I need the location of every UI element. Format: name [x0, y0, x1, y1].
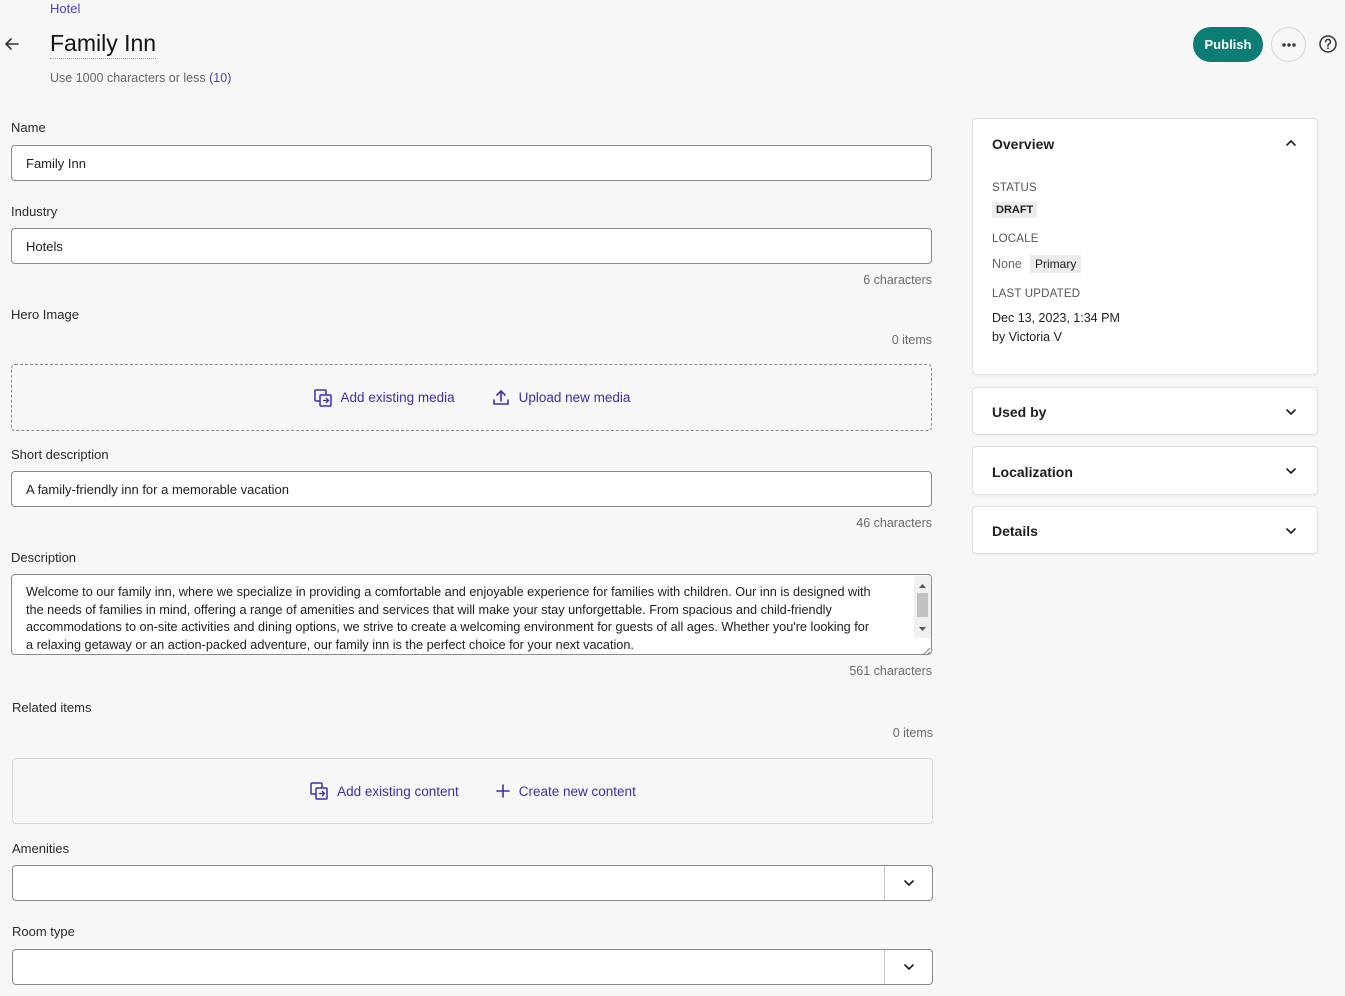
title-char-count: (10)	[209, 71, 232, 85]
last-updated-label: LAST UPDATED	[992, 288, 1081, 300]
title-hint-text: Use 1000 characters or less	[50, 71, 206, 85]
chevron-down-icon	[903, 880, 914, 886]
hero-image-label: Hero Image	[11, 307, 79, 322]
upload-new-media-label: Upload new media	[518, 390, 631, 405]
short-description-char-count: 46 characters	[856, 516, 932, 530]
chevron-down-icon[interactable]	[1285, 527, 1297, 535]
localization-panel[interactable]: Localization	[972, 446, 1318, 495]
description-char-count: 561 characters	[849, 664, 932, 678]
short-description-label: Short description	[11, 447, 109, 462]
industry-input[interactable]: Hotels	[11, 228, 932, 264]
chevron-down-icon[interactable]	[1285, 467, 1297, 475]
amenities-select[interactable]	[12, 865, 933, 901]
industry-label: Industry	[11, 204, 58, 219]
hero-image-count: 0 items	[891, 333, 932, 347]
breadcrumb[interactable]: Hotel	[50, 1, 80, 16]
chevron-up-icon[interactable]	[1285, 139, 1297, 147]
copy-link-icon	[310, 782, 328, 800]
overview-title[interactable]: Overview	[992, 136, 1054, 152]
industry-char-count: 6 characters	[863, 273, 932, 287]
amenities-label: Amenities	[12, 841, 70, 856]
overview-panel: Overview STATUS DRAFT LOCALE None Primar…	[972, 118, 1318, 375]
ellipsis-icon	[1281, 42, 1296, 47]
locale-label: LOCALE	[992, 233, 1039, 245]
related-items-count: 0 items	[892, 726, 933, 740]
description-textarea[interactable]: Welcome to our family inn, where we spec…	[11, 574, 932, 655]
create-new-content-label: Create new content	[518, 783, 636, 799]
chevron-down-icon[interactable]	[1285, 408, 1297, 416]
help-circle-icon	[1319, 35, 1337, 53]
related-items-dropzone: Add existing content Create new content	[12, 758, 933, 824]
name-input[interactable]: Family Inn	[11, 145, 932, 181]
scroll-down-arrow-icon[interactable]	[916, 621, 929, 631]
room-type-select[interactable]	[12, 949, 933, 985]
room-type-dropdown-button[interactable]	[884, 950, 932, 984]
create-new-content-button[interactable]: Create new content	[495, 783, 636, 799]
add-existing-content-button[interactable]: Add existing content	[309, 781, 459, 801]
amenities-dropdown-button[interactable]	[884, 866, 932, 900]
upload-icon	[492, 389, 509, 405]
locale-primary-badge: Primary	[1030, 255, 1082, 273]
description-scroll-thumb[interactable]	[917, 593, 928, 617]
details-panel[interactable]: Details	[972, 506, 1318, 554]
details-title: Details	[992, 523, 1038, 539]
add-existing-media-label: Add existing media	[340, 390, 455, 405]
plus-icon	[495, 784, 510, 798]
copy-link-icon	[313, 388, 332, 407]
more-actions-button[interactable]	[1271, 27, 1306, 62]
back-button[interactable]	[2, 34, 22, 54]
last-updated-by: by Victoria V	[992, 330, 1062, 344]
related-items-label: Related items	[12, 700, 92, 715]
used-by-title: Used by	[992, 404, 1047, 420]
add-existing-content-label: Add existing content	[337, 783, 459, 799]
upload-new-media-button[interactable]: Upload new media	[491, 388, 631, 408]
title-hint: Use 1000 characters or less (10)	[50, 71, 231, 85]
scroll-up-arrow-icon[interactable]	[916, 578, 929, 588]
publish-button[interactable]: Publish	[1193, 27, 1263, 62]
arrow-left-icon	[5, 38, 19, 50]
room-type-label: Room type	[12, 924, 75, 939]
status-badge: DRAFT	[992, 202, 1038, 218]
resize-handle-icon[interactable]	[920, 643, 931, 656]
help-button[interactable]	[1318, 34, 1338, 54]
add-existing-media-button[interactable]: Add existing media	[313, 388, 455, 408]
chevron-down-icon	[903, 964, 914, 970]
localization-title: Localization	[992, 464, 1073, 480]
status-label: STATUS	[992, 182, 1037, 194]
name-label: Name	[11, 120, 46, 135]
locale-value: None	[992, 257, 1022, 271]
short-description-input[interactable]: A family-friendly inn for a memorable va…	[11, 471, 932, 507]
last-updated-date: Dec 13, 2023, 1:34 PM	[992, 311, 1120, 325]
used-by-panel[interactable]: Used by	[972, 387, 1318, 435]
description-label: Description	[11, 550, 77, 565]
page-title[interactable]: Family Inn	[50, 30, 157, 59]
hero-image-dropzone: Add existing media Upload new media	[11, 364, 932, 431]
